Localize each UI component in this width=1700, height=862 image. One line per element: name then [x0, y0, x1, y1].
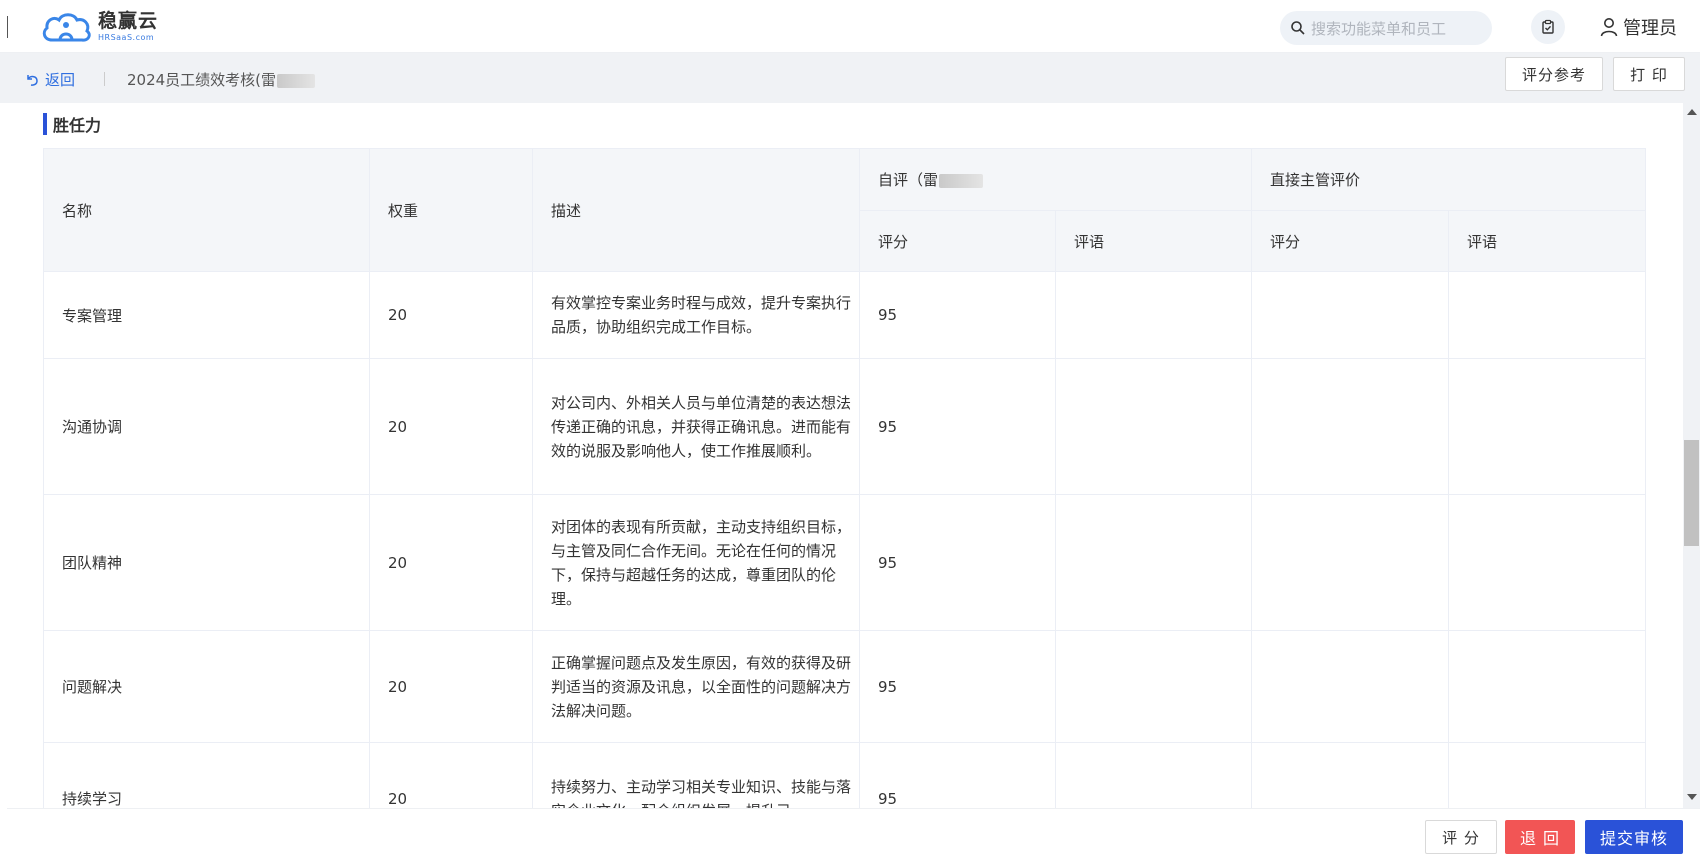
search-input[interactable]: 搜索功能菜单和员工 [1280, 11, 1492, 45]
redacted-name [939, 173, 984, 188]
column-header-self-score: 评分 [859, 210, 1056, 272]
logo[interactable]: 稳赢云 HRSaaS.com [40, 8, 158, 46]
column-header-manager-score: 评分 [1251, 210, 1450, 272]
column-header-self-eval: 自评（雷 [858, 148, 1253, 211]
row-description: 对公司内、外相关人员与单位清楚的表达想法传递正确的讯息，并获得正确讯息。进而能有… [532, 358, 860, 495]
row-weight: 20 [369, 358, 533, 495]
table-row: 问题解决 20 正确掌握问题点及发生原因，有效的获得及研判适当的资源及讯息，以全… [43, 630, 1647, 743]
search-placeholder: 搜索功能菜单和员工 [1311, 19, 1447, 38]
scroll-up-arrow-icon[interactable] [1687, 109, 1697, 115]
score-reference-button[interactable]: 评分参考 [1505, 57, 1603, 91]
row-self-score: 95 [859, 271, 1056, 359]
user-label: 管理员 [1623, 18, 1677, 39]
self-eval-label: 自评（雷 [878, 171, 939, 189]
footer-action-bar: 评 分 退 回 提交审核 [7, 808, 1700, 862]
logo-subtitle: HRSaaS.com [98, 33, 155, 42]
row-self-score: 95 [859, 494, 1056, 631]
section-title-text: 胜任力 [53, 116, 102, 135]
back-label: 返回 [45, 71, 76, 89]
scroll-down-arrow-icon[interactable] [1687, 794, 1697, 800]
row-name: 持续学习 [43, 742, 370, 808]
row-self-score: 95 [859, 630, 1056, 743]
return-arrow-icon [27, 74, 38, 86]
row-weight: 20 [369, 630, 533, 743]
scrollbar-thumb[interactable] [1684, 440, 1699, 546]
competency-table: 名称 权重 描述 自评（雷 直接主管评价 评分 评语 评分 评语 专案管理 20… [43, 148, 1647, 808]
row-self-comment [1054, 271, 1253, 359]
row-manager-score [1251, 742, 1450, 808]
row-weight: 20 [369, 742, 533, 808]
user-icon [1600, 18, 1618, 37]
vertical-scrollbar[interactable] [1683, 103, 1700, 808]
submit-review-button[interactable]: 提交审核 [1585, 820, 1683, 854]
row-manager-score [1251, 271, 1450, 359]
column-header-weight: 权重 [369, 148, 533, 272]
clipboard-check-icon [1542, 19, 1554, 34]
column-header-description: 描述 [532, 148, 860, 272]
row-name: 专案管理 [43, 271, 370, 359]
row-self-comment [1054, 358, 1253, 495]
row-self-score: 95 [859, 742, 1056, 808]
divider [104, 72, 105, 86]
sub-header: 返回 2024员工绩效考核(雷 评分参考 打 印 [0, 53, 1700, 103]
divider [7, 16, 8, 38]
row-self-comment [1054, 630, 1253, 743]
row-description: 持续努力、主动学习相关专业知识、技能与落实企业文化，配合组织发展，提升己 [532, 742, 860, 808]
row-self-comment [1054, 742, 1253, 808]
row-weight: 20 [369, 494, 533, 631]
row-description: 正确掌握问题点及发生原因，有效的获得及研判适当的资源及讯息，以全面性的问题解决方… [532, 630, 860, 743]
return-button[interactable]: 退 回 [1505, 820, 1575, 854]
column-header-name: 名称 [43, 148, 370, 272]
row-name: 问题解决 [43, 630, 370, 743]
table-row: 持续学习 20 持续努力、主动学习相关专业知识、技能与落实企业文化，配合组织发展… [43, 742, 1647, 808]
print-button[interactable]: 打 印 [1613, 57, 1685, 91]
column-header-manager-eval: 直接主管评价 [1251, 148, 1647, 211]
row-manager-score [1251, 494, 1450, 631]
table-row: 团队精神 20 对团体的表现有所贡献，主动支持组织目标，与主管及同仁合作无间。无… [43, 494, 1647, 631]
breadcrumb: 2024员工绩效考核(雷 [127, 69, 316, 90]
score-button[interactable]: 评 分 [1425, 820, 1497, 854]
cloud-logo-icon [42, 13, 91, 42]
row-manager-score [1251, 630, 1450, 743]
row-description: 对团体的表现有所贡献，主动支持组织目标，与主管及同仁合作无间。无论在任何的情况下… [532, 494, 860, 631]
competency-card: 胜任力 名称 权重 描述 自评（雷 直接主管评价 评分 评语 评分 评语 专案管… [26, 103, 1663, 808]
row-manager-comment [1448, 358, 1647, 495]
row-self-comment [1054, 494, 1253, 631]
row-manager-comment [1448, 494, 1647, 631]
row-weight: 20 [369, 271, 533, 359]
back-button[interactable]: 返回 [25, 69, 75, 90]
row-self-score: 95 [859, 358, 1056, 495]
row-description: 有效掌控专案业务时程与成效，提升专案执行品质，协助组织完成工作目标。 [532, 271, 860, 359]
section-accent-bar [43, 113, 47, 135]
row-manager-comment [1448, 630, 1647, 743]
task-clipboard-button[interactable] [1531, 10, 1565, 44]
column-header-self-comment: 评语 [1054, 210, 1253, 272]
row-manager-comment [1448, 271, 1647, 359]
row-name: 团队精神 [43, 494, 370, 631]
redacted-name [277, 73, 316, 88]
table-row: 专案管理 20 有效掌控专案业务时程与成效，提升专案执行品质，协助组织完成工作目… [43, 271, 1647, 359]
row-name: 沟通协调 [43, 358, 370, 495]
search-icon [1291, 21, 1305, 35]
top-header: 稳赢云 HRSaaS.com 搜索功能菜单和员工 管理员 [0, 0, 1700, 53]
row-manager-score [1251, 358, 1450, 495]
breadcrumb-title: 2024员工绩效考核(雷 [127, 71, 277, 89]
table-row: 沟通协调 20 对公司内、外相关人员与单位清楚的表达想法传递正确的讯息，并获得正… [43, 358, 1647, 495]
section-title: 胜任力 [43, 113, 101, 135]
row-manager-comment [1448, 742, 1647, 808]
user-menu[interactable]: 管理员 [1600, 13, 1677, 41]
column-header-manager-comment: 评语 [1448, 210, 1647, 272]
logo-name: 稳赢云 [98, 10, 159, 32]
